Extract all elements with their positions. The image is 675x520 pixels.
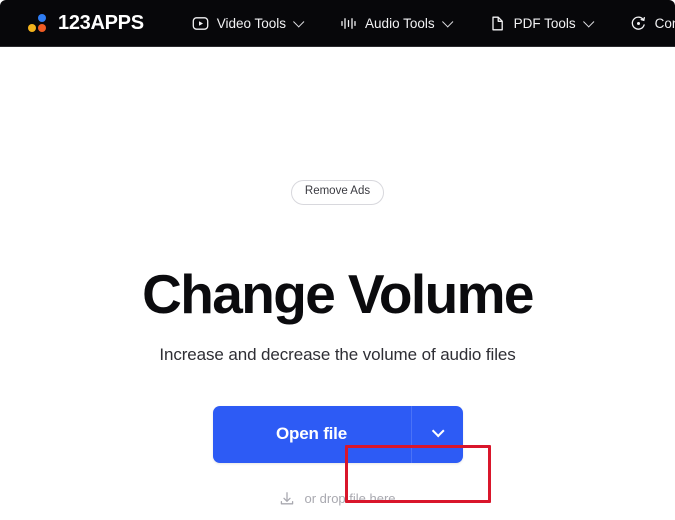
chevron-down-icon-audio-tools xyxy=(441,15,453,28)
remove-ads-button[interactable]: Remove Ads xyxy=(290,180,385,205)
open-file-button-group: Open file xyxy=(212,405,463,463)
play-square-icon xyxy=(192,15,209,32)
open-file-dropdown-toggle[interactable] xyxy=(410,405,463,463)
nav-label-converters: Converters xyxy=(654,16,675,31)
nav-label-audio-tools: Audio Tools xyxy=(365,16,435,31)
nav-item-converters[interactable]: Converters xyxy=(616,9,675,38)
logo-123apps[interactable]: 123APPS xyxy=(28,12,144,35)
nav-item-video-tools[interactable]: Video Tools xyxy=(178,9,316,38)
chevron-down-icon-pdf-tools xyxy=(582,15,595,28)
site-header: 123APPS Video Tools Audio Tools PDF Tool… xyxy=(0,0,675,47)
nav-label-pdf-tools: PDF Tools xyxy=(513,16,576,31)
nav-label-video-tools: Video Tools xyxy=(216,16,287,31)
drop-file-hint-label: or drop file here xyxy=(304,491,396,506)
download-icon xyxy=(279,491,295,507)
drop-file-hint[interactable]: or drop file here xyxy=(279,491,396,507)
main-content: Remove Ads Change Volume Increase and de… xyxy=(0,47,675,520)
open-file-button[interactable]: Open file xyxy=(213,406,411,463)
page-subtitle: Increase and decrease the volume of audi… xyxy=(159,344,516,364)
waveform-icon xyxy=(340,15,357,32)
logo-dot-orange xyxy=(38,24,46,32)
refresh-circle-icon xyxy=(630,15,647,32)
page-title: Change Volume xyxy=(142,262,534,325)
document-icon xyxy=(489,15,506,32)
logo-dot-yellow xyxy=(28,24,36,32)
logo-text: 123APPS xyxy=(58,12,144,34)
nav-item-pdf-tools[interactable]: PDF Tools xyxy=(475,9,606,38)
primary-nav: Video Tools Audio Tools PDF Tools Co xyxy=(178,9,675,38)
nav-item-audio-tools[interactable]: Audio Tools xyxy=(326,9,465,38)
logo-dot-blue xyxy=(38,14,46,22)
chevron-down-icon xyxy=(431,424,445,437)
logo-dots-icon xyxy=(28,13,49,34)
chevron-down-icon-video-tools xyxy=(293,15,305,28)
